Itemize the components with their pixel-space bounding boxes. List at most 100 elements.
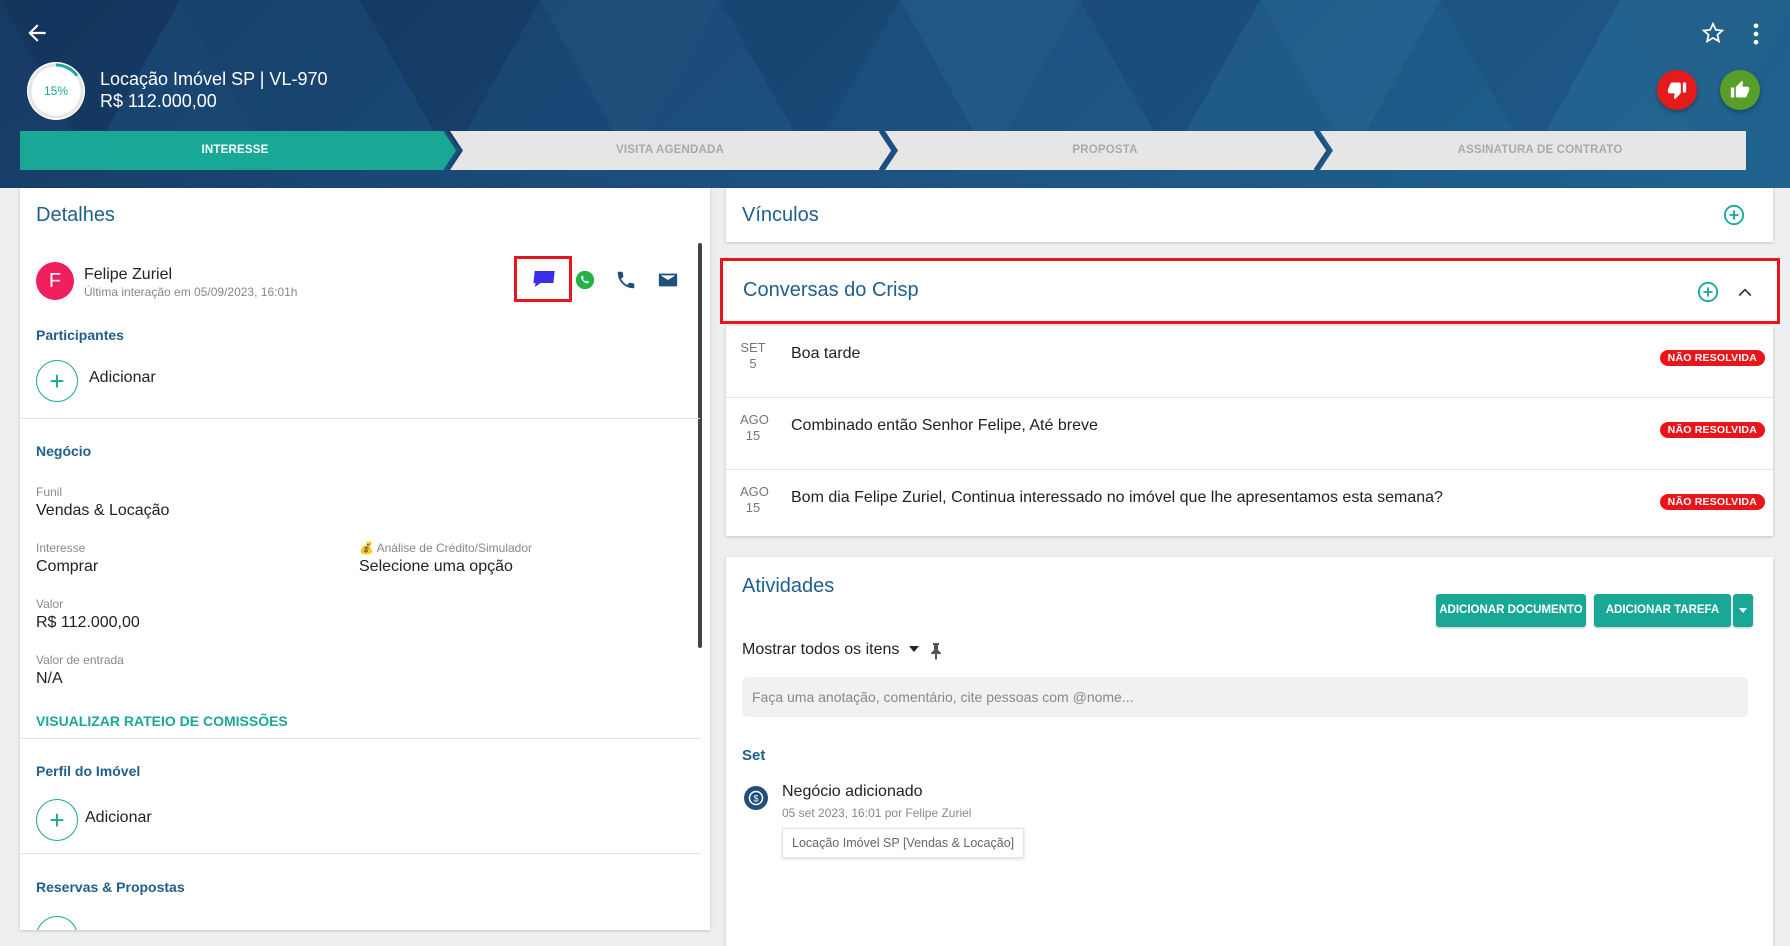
links-title: Vínculos bbox=[742, 204, 819, 226]
credit-analysis-select[interactable]: Selecione uma opção bbox=[359, 558, 513, 576]
more-vertical-icon bbox=[1753, 23, 1759, 45]
add-participant-button[interactable]: + bbox=[36, 360, 78, 402]
note-input[interactable] bbox=[742, 677, 1748, 717]
entry-value-label: Valor de entrada bbox=[36, 653, 124, 667]
credit-analysis-label: 💰 Análise de Crédito/Simulador bbox=[359, 541, 533, 555]
plus-icon: + bbox=[49, 366, 65, 396]
divider bbox=[20, 418, 700, 419]
status-badge: NÃO RESOLVIDA bbox=[1659, 494, 1765, 510]
divider bbox=[20, 738, 700, 739]
caret-down-icon bbox=[1739, 607, 1747, 613]
crisp-conversation-list: SET 5 Boa tarde NÃO RESOLVIDA AGO 15 Com… bbox=[726, 326, 1773, 536]
funnel-label: Funil bbox=[36, 485, 63, 499]
timeline-month: Set bbox=[742, 747, 766, 764]
progress-label: 15% bbox=[43, 84, 69, 98]
chat-bubble-icon bbox=[533, 271, 555, 287]
conversation-text: Bom dia Felipe Zuriel, Continua interess… bbox=[791, 489, 1443, 506]
timeline-item-meta: 05 set 2023, 16:01 por Felipe Zuriel bbox=[782, 806, 972, 820]
add-participant-label[interactable]: Adicionar bbox=[89, 369, 156, 387]
contact-avatar: F bbox=[36, 262, 74, 300]
conversation-day: 15 bbox=[745, 428, 761, 443]
conversation-day: 15 bbox=[745, 500, 761, 515]
stage-proposta[interactable]: PROPOSTA bbox=[955, 131, 1255, 170]
links-panel: Vínculos bbox=[726, 188, 1773, 242]
conversation-month: AGO bbox=[740, 412, 769, 427]
entry-value[interactable]: N/A bbox=[36, 670, 63, 688]
deal-progress: 15% bbox=[27, 62, 85, 120]
interest-value[interactable]: Comprar bbox=[36, 558, 98, 576]
mark-lost-button[interactable] bbox=[1657, 70, 1697, 110]
money-icon: $ bbox=[744, 786, 768, 810]
deal-value: R$ 112.000,00 bbox=[100, 91, 217, 111]
crisp-conversations-header: Conversas do Crisp bbox=[720, 258, 1780, 324]
status-badge: NÃO RESOLVIDA bbox=[1659, 350, 1765, 366]
star-outline-icon bbox=[1701, 21, 1725, 44]
activities-title: Atividades bbox=[742, 575, 835, 597]
mark-won-button[interactable] bbox=[1720, 70, 1760, 110]
add-task-button[interactable]: ADICIONAR TAREFA bbox=[1594, 594, 1731, 627]
reservations-title: Reservas & Propostas bbox=[36, 879, 185, 895]
activity-filter-label: Mostrar todos os itens bbox=[742, 641, 900, 658]
chevron-up-icon[interactable] bbox=[1735, 283, 1755, 303]
commission-split-link[interactable]: VISUALIZAR RATEIO DE COMISSÕES bbox=[36, 713, 288, 729]
caret-down-icon bbox=[908, 646, 919, 652]
divider bbox=[20, 853, 700, 854]
value-amount[interactable]: R$ 112.000,00 bbox=[36, 614, 140, 632]
property-profile-title: Perfil do Imóvel bbox=[36, 763, 141, 779]
conversation-text: Boa tarde bbox=[791, 345, 861, 362]
add-conversation-icon[interactable] bbox=[1697, 281, 1719, 303]
favorite-button[interactable] bbox=[1700, 20, 1728, 48]
status-badge: NÃO RESOLVIDA bbox=[1659, 422, 1765, 438]
value-label: Valor bbox=[36, 597, 64, 611]
add-task-dropdown[interactable] bbox=[1733, 594, 1753, 627]
conversation-month: SET bbox=[740, 340, 766, 355]
participants-title: Participantes bbox=[36, 327, 124, 343]
crisp-chat-button[interactable] bbox=[529, 265, 557, 293]
deal-header: 15% Locação Imóvel SP | VL-970 R$ 112.00… bbox=[0, 0, 1790, 188]
conversation-day: 5 bbox=[749, 356, 757, 371]
plus-icon: + bbox=[49, 805, 65, 835]
add-link-icon[interactable] bbox=[1723, 204, 1745, 226]
stage-visita-agendada[interactable]: VISITA AGENDADA bbox=[520, 131, 820, 170]
details-panel: Detalhes F Felipe Zuriel Última interaçã… bbox=[20, 188, 710, 930]
pin-icon[interactable] bbox=[929, 642, 943, 660]
activities-panel: Atividades ADICIONAR DOCUMENTO ADICIONAR… bbox=[726, 557, 1773, 946]
list-item[interactable]: AGO 15 Combinado então Senhor Felipe, At… bbox=[726, 398, 1773, 470]
timeline-item-title: Negócio adicionado bbox=[782, 783, 923, 800]
conversation-date: SET 5 bbox=[740, 340, 766, 372]
add-document-button[interactable]: ADICIONAR DOCUMENTO bbox=[1436, 594, 1586, 627]
deal-title: Locação Imóvel SP | VL-970 bbox=[100, 69, 328, 89]
stage-assinatura-contrato[interactable]: ASSINATURA DE CONTRATO bbox=[1390, 131, 1690, 170]
contact-name[interactable]: Felipe Zuriel bbox=[84, 266, 172, 284]
conversation-date: AGO 15 bbox=[740, 484, 769, 516]
thumbs-up-icon bbox=[1730, 80, 1750, 98]
funnel-value[interactable]: Vendas & Locação bbox=[36, 502, 169, 520]
phone-button[interactable] bbox=[612, 266, 640, 294]
add-property-profile-label[interactable]: Adicionar bbox=[85, 809, 152, 827]
whatsapp-icon bbox=[575, 270, 595, 290]
svg-text:$: $ bbox=[753, 794, 758, 804]
whatsapp-button[interactable] bbox=[571, 266, 599, 294]
interest-label: Interesse bbox=[36, 541, 86, 555]
details-title: Detalhes bbox=[36, 204, 115, 226]
back-button[interactable] bbox=[24, 20, 50, 46]
stage-interesse[interactable]: INTERESSE bbox=[85, 131, 385, 170]
email-button[interactable] bbox=[654, 266, 682, 294]
conversation-date: AGO 15 bbox=[740, 412, 769, 444]
crisp-title: Conversas do Crisp bbox=[743, 279, 919, 301]
activity-filter[interactable]: Mostrar todos os itens bbox=[742, 641, 920, 659]
business-title: Negócio bbox=[36, 443, 92, 459]
details-scrollbar[interactable] bbox=[698, 243, 702, 648]
deal-tag[interactable]: Locação Imóvel SP [Vendas & Locação] bbox=[782, 828, 1025, 858]
conversation-text: Combinado então Senhor Felipe, Até breve bbox=[791, 417, 1098, 434]
phone-icon bbox=[617, 271, 635, 289]
add-reservation-button[interactable] bbox=[36, 916, 78, 930]
pipeline-stages: INTERESSE VISITA AGENDADA PROPOSTA ASSIN… bbox=[20, 131, 1746, 170]
more-options-button[interactable] bbox=[1742, 20, 1770, 48]
add-property-profile-button[interactable]: + bbox=[36, 799, 78, 841]
list-item[interactable]: SET 5 Boa tarde NÃO RESOLVIDA bbox=[726, 326, 1773, 398]
conversation-month: AGO bbox=[740, 484, 769, 499]
list-item[interactable]: AGO 15 Bom dia Felipe Zuriel, Continua i… bbox=[726, 470, 1773, 542]
arrow-left-icon bbox=[28, 24, 46, 42]
last-interaction: Última interação em 05/09/2023, 16:01h bbox=[84, 285, 298, 299]
